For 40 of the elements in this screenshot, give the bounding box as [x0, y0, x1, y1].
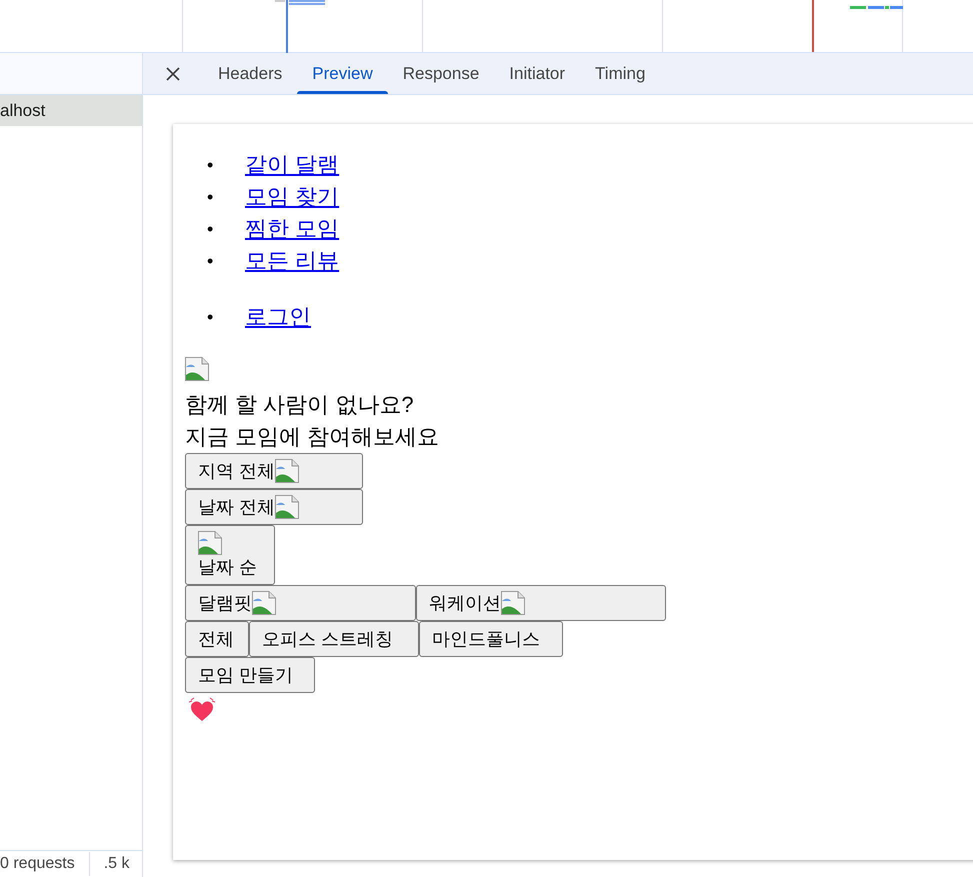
bullet: •: [207, 218, 214, 241]
broken-image-icon: [501, 591, 525, 615]
close-icon: [165, 66, 181, 82]
request-row[interactable]: alhost: [0, 95, 142, 126]
tab[interactable]: Headers: [203, 53, 298, 94]
nav-link[interactable]: 모임 찾기: [245, 181, 340, 213]
headline-text: 함께 할 사람이 없나요?: [185, 391, 414, 419]
bullet: •: [207, 250, 214, 273]
nav-link[interactable]: 모든 리뷰: [245, 245, 340, 277]
load-line: [812, 0, 814, 52]
filter-button[interactable]: 전체: [185, 621, 249, 657]
broken-image-icon: [275, 495, 300, 519]
filter-button[interactable]: 오피스 스트레칭: [249, 621, 419, 657]
bullet: •: [207, 186, 214, 209]
bullet: •: [207, 306, 214, 329]
broken-image-icon: [198, 531, 222, 555]
broken-image-icon: [252, 591, 276, 615]
status-text: .5 k: [102, 854, 130, 874]
headline-text: 지금 모임에 참여해보세요: [185, 423, 440, 451]
tab[interactable]: Preview: [297, 53, 388, 94]
broken-image-icon: [185, 357, 209, 381]
timeline-marker-drawing: [275, 0, 327, 53]
filter-button[interactable]: 날짜 전체: [185, 489, 363, 525]
tab[interactable]: Initiator: [494, 53, 580, 94]
bullet: •: [207, 154, 214, 177]
filter-button[interactable]: 워케이션: [416, 585, 666, 621]
filter-button[interactable]: 달램핏: [185, 585, 416, 621]
heart-icon: [189, 697, 215, 723]
timeline-bars-drawing: [850, 6, 903, 10]
filter-button[interactable]: 지역 전체: [185, 453, 363, 489]
status-text: 0 requests: [0, 852, 90, 876]
filter-button[interactable]: 마인드풀니스: [419, 621, 563, 657]
nav-link[interactable]: 찜한 모임: [245, 213, 340, 245]
filter-button[interactable]: 날짜 순: [185, 525, 275, 585]
nav-link[interactable]: 로그인: [245, 301, 311, 333]
broken-image-icon: [275, 459, 300, 483]
tab[interactable]: Response: [388, 53, 494, 94]
tab[interactable]: Timing: [580, 53, 660, 94]
nav-link[interactable]: 같이 달램: [245, 149, 340, 181]
filter-button[interactable]: 모임 만들기: [185, 657, 315, 693]
